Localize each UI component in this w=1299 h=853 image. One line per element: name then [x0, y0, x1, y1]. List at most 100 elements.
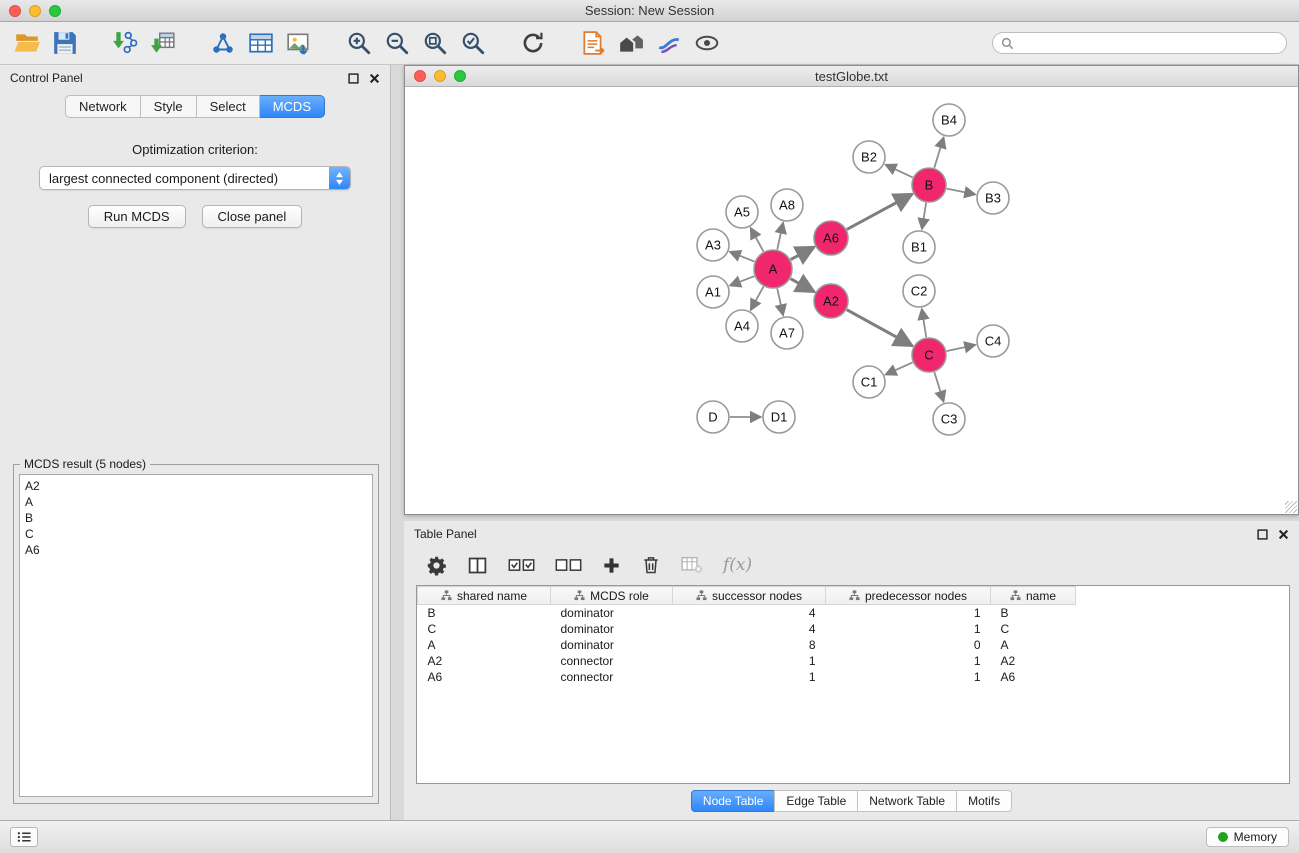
layout-refresh-icon[interactable] [518, 28, 548, 58]
graph-edge-C-C2[interactable] [922, 309, 926, 337]
table-row[interactable]: Adominator80A [418, 637, 1076, 653]
add-column-icon[interactable] [602, 553, 621, 577]
table-cell[interactable]: A6 [991, 669, 1076, 685]
graph-node-B3[interactable]: B3 [977, 182, 1009, 214]
save-session-icon[interactable] [50, 28, 80, 58]
run-mcds-button[interactable]: Run MCDS [88, 205, 186, 228]
graph-node-D[interactable]: D [697, 401, 729, 433]
network-canvas[interactable]: B4B2BB3A8A5A6B1A3AC2A1A2A4A7C4CC1C3DD1 [405, 87, 1298, 514]
close-panel-button[interactable]: Close panel [202, 205, 303, 228]
zoom-network-icon[interactable] [454, 70, 466, 82]
graph-edge-C-C1[interactable] [885, 362, 912, 374]
gear-icon[interactable] [426, 553, 447, 577]
tab-style[interactable]: Style [141, 95, 197, 118]
table-cell[interactable]: A2 [418, 653, 551, 669]
graph-node-A3[interactable]: A3 [697, 229, 729, 261]
mcds-result-item[interactable]: C [25, 526, 367, 542]
table-row[interactable]: Bdominator41B [418, 605, 1076, 621]
table-cell[interactable]: 4 [673, 621, 826, 637]
graph-node-A2[interactable]: A2 [814, 284, 848, 318]
graph-node-B[interactable]: B [912, 168, 946, 202]
graph-edge-A-A4[interactable] [751, 287, 764, 311]
mcds-result-item[interactable]: A6 [25, 542, 367, 558]
table-row[interactable]: Cdominator41C [418, 621, 1076, 637]
open-session-icon[interactable] [12, 28, 42, 58]
toolbar-search-input[interactable] [992, 32, 1287, 54]
float-panel-icon[interactable] [348, 73, 359, 84]
graph-edge-A-A1[interactable] [730, 276, 755, 285]
tab-network-table[interactable]: Network Table [857, 790, 957, 812]
table-cell[interactable]: connector [551, 669, 673, 685]
new-network-icon[interactable] [208, 28, 238, 58]
graph-edge-A-A5[interactable] [751, 228, 764, 252]
close-table-panel-icon[interactable] [1278, 529, 1289, 540]
table-cell[interactable]: 1 [826, 669, 991, 685]
table-cell[interactable]: C [418, 621, 551, 637]
column-header-mcds-role[interactable]: MCDS role [551, 587, 673, 605]
table-cell[interactable]: 4 [673, 605, 826, 621]
tab-edge-table[interactable]: Edge Table [774, 790, 858, 812]
table-cell[interactable]: dominator [551, 621, 673, 637]
graph-edge-B-B2[interactable] [885, 165, 912, 178]
table-cell[interactable]: A [991, 637, 1076, 653]
export-image-icon[interactable] [284, 28, 314, 58]
close-window-icon[interactable] [9, 5, 21, 17]
close-panel-icon[interactable] [369, 73, 380, 84]
table-cell[interactable]: 8 [673, 637, 826, 653]
column-header-name[interactable]: name [991, 587, 1076, 605]
graph-node-C1[interactable]: C1 [853, 366, 885, 398]
delete-column-icon[interactable] [641, 553, 661, 577]
new-table-icon[interactable] [246, 28, 276, 58]
import-table-icon[interactable] [148, 28, 178, 58]
minimize-network-icon[interactable] [434, 70, 446, 82]
select-all-icon[interactable] [508, 553, 535, 577]
deselect-all-icon[interactable] [555, 553, 582, 577]
table-cell[interactable]: 1 [673, 653, 826, 669]
graph-node-A7[interactable]: A7 [771, 317, 803, 349]
close-network-icon[interactable] [414, 70, 426, 82]
mcds-result-item[interactable]: A [25, 494, 367, 510]
table-cell[interactable]: C [991, 621, 1076, 637]
function-builder-icon[interactable]: f(x) [723, 553, 752, 577]
graph-node-A[interactable]: A [754, 250, 792, 288]
mcds-result-list[interactable]: A2ABCA6 [19, 474, 373, 797]
graph-edge-A-A8[interactable] [777, 223, 783, 250]
table-cell[interactable]: connector [551, 653, 673, 669]
column-header-successor-nodes[interactable]: successor nodes [673, 587, 826, 605]
tab-select[interactable]: Select [197, 95, 260, 118]
column-header-shared-name[interactable]: shared name [418, 587, 551, 605]
graph-node-B2[interactable]: B2 [853, 141, 885, 173]
graph-node-A4[interactable]: A4 [726, 310, 758, 342]
table-row[interactable]: A6connector11A6 [418, 669, 1076, 685]
memory-button[interactable]: Memory [1206, 827, 1289, 847]
zoom-window-icon[interactable] [49, 5, 61, 17]
task-history-icon[interactable] [10, 827, 38, 847]
zoom-selected-icon[interactable] [458, 28, 488, 58]
tab-network[interactable]: Network [65, 95, 141, 118]
table-cell[interactable]: A2 [991, 653, 1076, 669]
table-cell[interactable]: 1 [673, 669, 826, 685]
graph-node-A6[interactable]: A6 [814, 221, 848, 255]
mcds-result-item[interactable]: A2 [25, 478, 367, 494]
graph-edge-A2-C[interactable] [847, 310, 913, 346]
table-cell[interactable]: 1 [826, 621, 991, 637]
graph-node-B1[interactable]: B1 [903, 231, 935, 263]
split-table-icon[interactable] [467, 553, 488, 577]
report-icon[interactable] [578, 28, 608, 58]
table-cell[interactable]: B [991, 605, 1076, 621]
table-cell[interactable]: 1 [826, 653, 991, 669]
float-table-panel-icon[interactable] [1257, 529, 1268, 540]
graph-node-A8[interactable]: A8 [771, 189, 803, 221]
tab-motifs[interactable]: Motifs [956, 790, 1012, 812]
graph-node-C[interactable]: C [912, 338, 946, 372]
graph-edge-B-B3[interactable] [947, 189, 976, 195]
optimization-criterion-select[interactable]: largest connected component (directed) [39, 166, 351, 190]
home-icon[interactable] [616, 28, 646, 58]
graph-node-D1[interactable]: D1 [763, 401, 795, 433]
minimize-window-icon[interactable] [29, 5, 41, 17]
graph-edge-C-C4[interactable] [947, 345, 976, 351]
table-cell[interactable]: 0 [826, 637, 991, 653]
graph-edge-C-C3[interactable] [934, 372, 943, 402]
graph-node-C4[interactable]: C4 [977, 325, 1009, 357]
graph-edge-A-A6[interactable] [791, 247, 815, 260]
